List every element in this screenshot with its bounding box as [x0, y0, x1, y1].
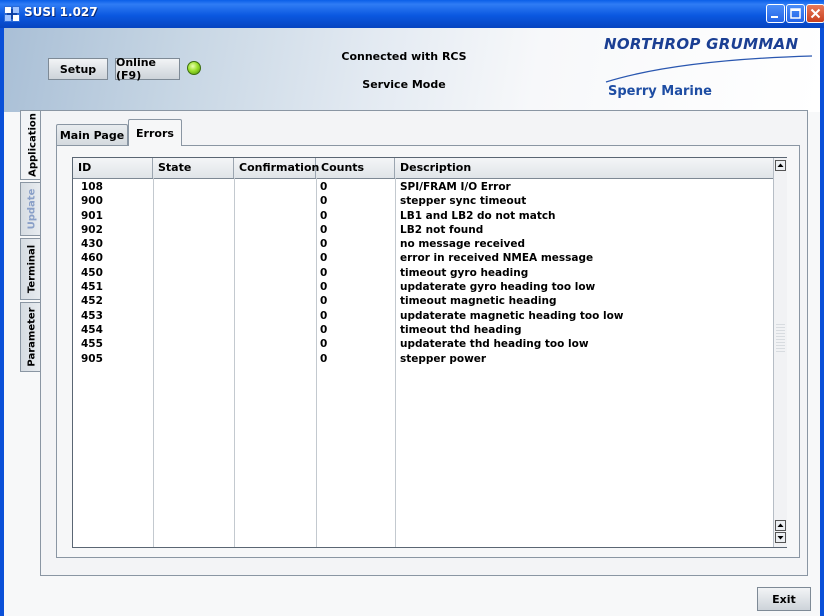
side-tab-parameter[interactable]: Parameter: [20, 302, 42, 372]
table-row[interactable]: 452 0 timeout magnetic heading: [73, 294, 773, 308]
cell-id: 108: [81, 181, 103, 193]
cell-id: 901: [81, 209, 103, 222]
table-header: ID State Confirmation Counts Description: [73, 158, 773, 179]
table-row[interactable]: 450 0 timeout gyro heading: [73, 266, 773, 280]
side-tab-update[interactable]: Update: [20, 182, 42, 236]
exit-button[interactable]: Exit: [757, 587, 811, 611]
northrop-grumman-logo: NORTHROP GRUMMAN: [604, 35, 799, 53]
maximize-icon: [790, 8, 801, 19]
app-icon: [4, 6, 20, 22]
cell-counts: 0: [320, 352, 328, 365]
table-row[interactable]: 453 0 updaterate magnetic heading too low: [73, 309, 773, 323]
cell-id: 451: [81, 281, 103, 294]
cell-description: updaterate magnetic heading too low: [400, 309, 624, 322]
table-row[interactable]: 430 0 no message received: [73, 237, 773, 251]
window-title: SUSI 1.027: [24, 5, 98, 19]
cell-description: updaterate gyro heading too low: [400, 281, 596, 294]
header-band: Setup Online (F9) Connected with RCS Ser…: [4, 28, 820, 112]
maximize-button[interactable]: [786, 4, 805, 23]
cell-counts: 0: [320, 266, 328, 279]
table-row[interactable]: 455 0 updaterate thd heading too low: [73, 337, 773, 351]
cell-counts: 0: [320, 323, 328, 336]
table-row[interactable]: 451 0 updaterate gyro heading too low: [73, 280, 773, 294]
table-row[interactable]: 900 0 stepper sync timeout: [73, 194, 773, 208]
scroll-up-button-bottom[interactable]: [775, 520, 786, 531]
cell-description: updaterate thd heading too low: [400, 338, 589, 351]
window-frame-right: [820, 28, 824, 616]
table-row[interactable]: 902 0 LB2 not found: [73, 223, 773, 237]
cell-description: stepper power: [400, 352, 487, 365]
column-header-state[interactable]: State: [153, 158, 234, 178]
cell-id: 450: [81, 266, 103, 279]
minimize-icon: [771, 16, 778, 18]
side-tab-terminal[interactable]: Terminal: [20, 238, 42, 300]
cell-id: 902: [81, 223, 103, 236]
table-row[interactable]: 905 0 stepper power: [73, 352, 773, 366]
column-header-description[interactable]: Description: [395, 158, 773, 178]
cell-counts: 0: [320, 223, 328, 236]
column-header-id[interactable]: ID: [73, 158, 153, 178]
cell-counts: 0: [320, 309, 328, 322]
connection-status: Connected with RCS: [341, 50, 467, 63]
arrow-up-icon: [777, 523, 784, 527]
scrollbar-grip[interactable]: [776, 324, 785, 354]
cell-counts: 0: [320, 195, 328, 208]
cell-id: 905: [81, 352, 103, 365]
column-header-confirmation[interactable]: Confirmation: [234, 158, 319, 178]
cell-counts: 0: [320, 209, 328, 222]
table-body: 108 0 SPI/FRAM I/O Error 900 0 stepper sync …: [73, 180, 773, 366]
cell-id: 455: [81, 338, 103, 351]
cell-description: LB1 and LB2 do not match: [400, 209, 556, 222]
arrow-down-icon: [777, 536, 784, 540]
cell-counts: 0: [320, 338, 328, 351]
table-row[interactable]: 460 0 error in received NMEA message: [73, 251, 773, 265]
online-button[interactable]: Online (F9): [115, 56, 180, 82]
cell-description: stepper sync timeout: [400, 195, 527, 208]
scroll-up-button[interactable]: [775, 160, 786, 171]
close-icon: [810, 8, 821, 19]
cell-description: error in received NMEA message: [400, 252, 594, 265]
column-header-counts[interactable]: Counts: [316, 158, 395, 178]
cell-description: no message received: [400, 238, 526, 251]
cell-id: 454: [81, 323, 103, 336]
cell-description: timeout thd heading: [400, 323, 522, 336]
vertical-scrollbar[interactable]: [773, 158, 787, 547]
status-led-icon: [187, 61, 201, 75]
tab-main-page[interactable]: Main Page: [56, 124, 128, 146]
side-tab-label: Parameter: [26, 307, 37, 367]
side-tab-label: Application: [27, 113, 38, 177]
cell-id: 452: [81, 295, 103, 308]
cell-counts: 0: [320, 295, 328, 308]
cell-id: 900: [81, 195, 103, 208]
tab-errors[interactable]: Errors: [128, 119, 182, 146]
cell-id: 430: [81, 238, 103, 251]
cell-counts: 0: [320, 252, 328, 265]
arrow-up-icon: [777, 163, 784, 167]
cell-description: LB2 not found: [400, 223, 484, 236]
cell-description: timeout magnetic heading: [400, 295, 557, 308]
side-tab-label: Terminal: [26, 244, 37, 294]
setup-button[interactable]: Setup: [48, 58, 108, 80]
cell-counts: 0: [320, 181, 328, 193]
sperry-marine-logo: Sperry Marine: [608, 84, 712, 99]
scroll-down-button[interactable]: [775, 532, 786, 543]
cell-counts: 0: [320, 238, 328, 251]
cell-id: 460: [81, 252, 103, 265]
side-tab-label: Update: [26, 188, 37, 230]
table-row[interactable]: 454 0 timeout thd heading: [73, 323, 773, 337]
error-table[interactable]: ID State Confirmation Counts Description…: [72, 157, 787, 548]
table-row[interactable]: 901 0 LB1 and LB2 do not match: [73, 209, 773, 223]
table-row[interactable]: 108 0 SPI/FRAM I/O Error: [73, 180, 773, 194]
cell-description: timeout gyro heading: [400, 266, 529, 279]
logo-swoosh-icon: [605, 55, 813, 83]
cell-description: SPI/FRAM I/O Error: [400, 181, 511, 193]
cell-id: 453: [81, 309, 103, 322]
title-bar[interactable]: SUSI 1.027: [0, 0, 824, 29]
minimize-button[interactable]: [766, 4, 785, 23]
cell-counts: 0: [320, 281, 328, 294]
mode-status: Service Mode: [362, 78, 446, 91]
close-button[interactable]: [806, 4, 824, 23]
